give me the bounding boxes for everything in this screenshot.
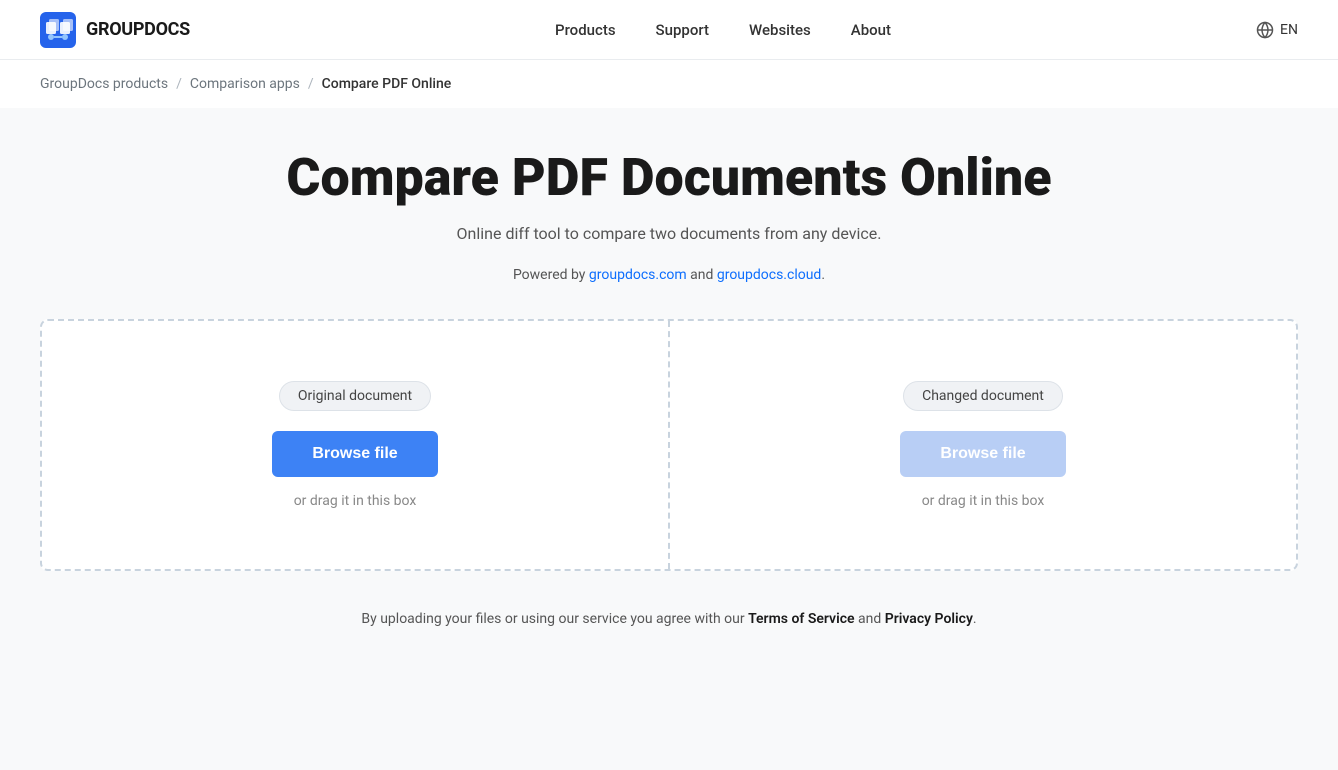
- breadcrumb-sep-2: /: [308, 76, 314, 92]
- main-nav: Products Support Websites About: [555, 21, 891, 39]
- footer-suffix: .: [973, 611, 977, 627]
- logo[interactable]: GROUPDOCS: [40, 12, 190, 48]
- breadcrumb-comparison[interactable]: Comparison apps: [190, 76, 300, 92]
- breadcrumb-groupdocs[interactable]: GroupDocs products: [40, 76, 168, 92]
- original-doc-label: Original document: [279, 381, 431, 411]
- groupdocs-com-link[interactable]: groupdocs.com: [589, 267, 687, 283]
- footer-note: By uploading your files or using our ser…: [361, 611, 976, 627]
- tos-link[interactable]: Terms of Service: [748, 611, 854, 627]
- drag-text-changed: or drag it in this box: [922, 493, 1045, 509]
- breadcrumb-sep-1: /: [176, 76, 182, 92]
- language-selector[interactable]: EN: [1256, 21, 1298, 39]
- nav-support[interactable]: Support: [656, 21, 709, 39]
- drag-text-original: or drag it in this box: [294, 493, 417, 509]
- nav-about[interactable]: About: [851, 21, 891, 39]
- nav-websites[interactable]: Websites: [749, 21, 811, 39]
- privacy-link[interactable]: Privacy Policy: [885, 611, 973, 627]
- footer-note-prefix: By uploading your files or using our ser…: [361, 611, 748, 627]
- main-content: Compare PDF Documents Online Online diff…: [0, 108, 1338, 687]
- powered-by: Powered by groupdocs.com and groupdocs.c…: [513, 267, 825, 283]
- powered-by-and: and: [687, 267, 717, 283]
- globe-icon: [1256, 21, 1274, 39]
- nav-products[interactable]: Products: [555, 21, 616, 39]
- groupdocs-cloud-link[interactable]: groupdocs.cloud: [717, 267, 822, 283]
- browse-file-button-changed[interactable]: Browse file: [900, 431, 1065, 477]
- upload-box-original[interactable]: Original document Browse file or drag it…: [42, 321, 670, 569]
- footer-and: and: [855, 611, 885, 627]
- breadcrumb-current: Compare PDF Online: [322, 76, 452, 92]
- page-title: Compare PDF Documents Online: [286, 148, 1051, 208]
- logo-text: GROUPDOCS: [86, 19, 190, 40]
- page-subtitle: Online diff tool to compare two document…: [457, 224, 882, 243]
- browse-file-button-original[interactable]: Browse file: [272, 431, 437, 477]
- powered-by-suffix: .: [821, 267, 825, 283]
- breadcrumb: GroupDocs products / Comparison apps / C…: [0, 60, 1338, 108]
- powered-by-prefix: Powered by: [513, 267, 589, 283]
- logo-icon: [40, 12, 76, 48]
- lang-label: EN: [1280, 22, 1298, 38]
- changed-doc-label: Changed document: [903, 381, 1063, 411]
- upload-box-changed[interactable]: Changed document Browse file or drag it …: [670, 321, 1296, 569]
- upload-area: Original document Browse file or drag it…: [40, 319, 1298, 571]
